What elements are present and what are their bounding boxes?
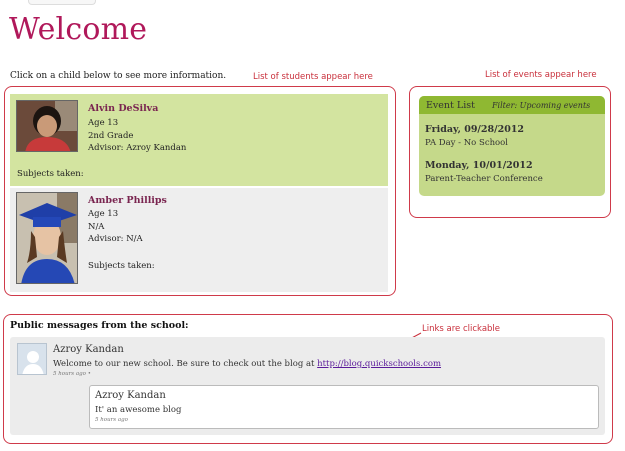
student-name[interactable]: Alvin DeSilva bbox=[88, 103, 158, 114]
student-details: Age 13 N/A Advisor: N/A bbox=[88, 208, 143, 246]
event-list: Event List Filter: Upcoming events Frida… bbox=[419, 96, 605, 196]
message-meta-sep[interactable]: • bbox=[88, 371, 91, 377]
event-date[interactable]: Monday, 10/01/2012 bbox=[425, 160, 533, 171]
event-date[interactable]: Friday, 09/28/2012 bbox=[425, 124, 524, 135]
event-filter[interactable]: Filter: Upcoming events bbox=[492, 101, 590, 110]
message-text: Welcome to our new school. Be sure to ch… bbox=[53, 359, 441, 369]
message-author: Azroy Kandan bbox=[53, 344, 124, 355]
reply-time: 5 hours ago bbox=[95, 417, 128, 423]
graduate-portrait-icon bbox=[17, 193, 77, 283]
message-meta: 5 hours ago • bbox=[53, 371, 91, 377]
student-card-alvin[interactable]: Alvin DeSilva Age 13 2nd Grade Advisor: … bbox=[10, 94, 388, 186]
student-grade: 2nd Grade bbox=[88, 130, 134, 141]
student-name[interactable]: Amber Phillips bbox=[88, 195, 167, 206]
student-subjects: Subjects taken: bbox=[17, 169, 84, 179]
student-portrait-icon bbox=[17, 101, 77, 151]
messages-title: Public messages from the school: bbox=[10, 320, 189, 331]
student-advisor: Advisor: N/A bbox=[88, 234, 143, 244]
event-list-title: Event List bbox=[426, 100, 475, 111]
student-age: Age 13 bbox=[88, 118, 119, 128]
student-card-amber[interactable]: Amber Phillips Age 13 N/A Advisor: N/A S… bbox=[10, 188, 388, 292]
message-body: Welcome to our new school. Be sure to ch… bbox=[53, 359, 318, 369]
blog-link[interactable]: http://blog.quickschools.com bbox=[317, 359, 441, 369]
student-age: Age 13 bbox=[88, 209, 119, 219]
annotation-links: Links are clickable bbox=[422, 324, 501, 334]
student-details: Age 13 2nd Grade Advisor: Azroy Kandan bbox=[88, 117, 186, 155]
student-advisor: Advisor: Azroy Kandan bbox=[88, 143, 187, 153]
student-subjects: Subjects taken: bbox=[88, 261, 155, 271]
student-grade: N/A bbox=[88, 221, 105, 232]
annotation-students: List of students appear here bbox=[253, 72, 373, 82]
student-photo bbox=[16, 100, 78, 152]
message-time: 5 hours ago bbox=[53, 371, 86, 377]
event-desc: PA Day - No School bbox=[425, 138, 509, 148]
instruction-text: Click on a child below to see more infor… bbox=[10, 71, 227, 81]
annotation-events: List of events appear here bbox=[485, 70, 597, 80]
reply-text: It' an awesome blog bbox=[95, 405, 182, 415]
avatar bbox=[17, 343, 47, 375]
event-desc: Parent-Teacher Conference bbox=[425, 174, 543, 184]
page-title: Welcome bbox=[9, 12, 148, 47]
reply-author: Azroy Kandan bbox=[95, 390, 166, 401]
top-tab bbox=[28, 0, 96, 5]
student-photo bbox=[16, 192, 78, 284]
user-avatar-icon bbox=[18, 344, 46, 374]
